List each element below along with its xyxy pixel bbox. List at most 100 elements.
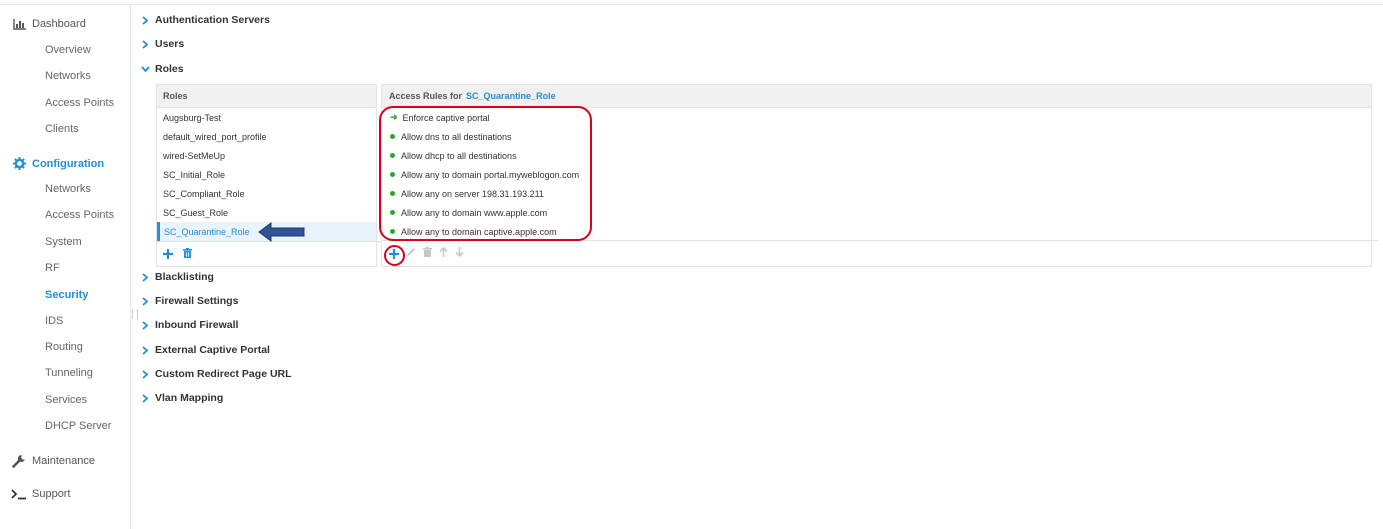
sidebar-group-dashboard[interactable]: Dashboard <box>11 18 86 30</box>
sidebar-item-networks[interactable]: Networks <box>45 183 91 195</box>
section-blacklisting[interactable]: Blacklisting <box>141 271 214 283</box>
edit-rule-button[interactable] <box>406 247 416 260</box>
terminal-icon <box>11 488 27 500</box>
annotation-arrow-left-icon <box>258 222 305 242</box>
chevron-right-icon <box>141 296 155 306</box>
role-item[interactable]: SC_Guest_Role <box>157 203 376 222</box>
status-dot-icon <box>390 134 395 139</box>
section-label: Roles <box>155 63 184 75</box>
section-label: Authentication Servers <box>155 14 270 26</box>
sidebar-item-routing[interactable]: Routing <box>45 341 83 353</box>
roles-toolbar <box>157 241 382 266</box>
section-label: Blacklisting <box>155 271 214 283</box>
chevron-right-icon <box>141 272 155 282</box>
sidebar-item-system[interactable]: System <box>45 236 82 248</box>
rule-label: Allow any on server 198.31.193.211 <box>401 188 544 199</box>
rule-label: Allow any to domain www.apple.com <box>401 207 548 218</box>
section-firewall-settings[interactable]: Firewall Settings <box>141 295 238 307</box>
section-label: External Captive Portal <box>155 344 270 356</box>
status-dot-icon <box>390 191 395 196</box>
sidebar-item-ids[interactable]: IDS <box>45 315 63 327</box>
status-dot-icon <box>390 153 395 158</box>
sidebar-item-rf[interactable]: RF <box>45 262 60 274</box>
top-border <box>0 4 1383 5</box>
wrench-icon <box>11 454 27 468</box>
gear-icon <box>11 157 27 170</box>
section-label: Vlan Mapping <box>155 392 224 404</box>
rule-label: Allow any to domain portal.myweblogon.co… <box>401 169 580 180</box>
role-item[interactable]: Augsburg-Test <box>157 108 376 127</box>
pencil-icon <box>407 248 415 256</box>
section-custom-redirect-page-url[interactable]: Custom Redirect Page URL <box>141 368 292 380</box>
plus-icon <box>389 248 399 259</box>
access-rules-role-name: SC_Quarantine_Role <box>466 91 556 101</box>
section-label: Custom Redirect Page URL <box>155 368 292 380</box>
rule-item[interactable]: Allow any to domain captive.apple.com <box>382 222 1371 241</box>
sidebar-group-configuration[interactable]: Configuration <box>11 157 104 170</box>
trash-icon <box>423 247 432 257</box>
move-up-button[interactable] <box>439 246 448 260</box>
sidebar-item-overview[interactable]: Overview <box>45 44 91 56</box>
sidebar-item-tunneling[interactable]: Tunneling <box>45 367 93 379</box>
section-label: Firewall Settings <box>155 295 239 307</box>
section-roles[interactable]: Roles <box>141 63 184 75</box>
rule-label: Enforce captive portal <box>402 112 490 123</box>
rule-item[interactable]: Allow dhcp to all destinations <box>382 146 1371 165</box>
sidebar-item-services[interactable]: Services <box>45 394 87 406</box>
section-external-captive-portal[interactable]: External Captive Portal <box>141 344 270 356</box>
chevron-right-icon <box>141 320 155 330</box>
add-role-button[interactable] <box>163 247 173 261</box>
rule-item[interactable]: Allow dns to all destinations <box>382 127 1371 146</box>
panel-resize-handle[interactable] <box>132 309 138 319</box>
chevron-right-icon <box>141 393 155 403</box>
support-label: Support <box>32 488 71 500</box>
sidebar <box>0 5 131 529</box>
chevron-right-icon <box>141 369 155 379</box>
status-dot-icon <box>390 229 395 234</box>
delete-rule-button[interactable] <box>423 247 432 260</box>
role-item[interactable]: SC_Compliant_Role <box>157 184 376 203</box>
move-down-button[interactable] <box>455 247 464 260</box>
section-inbound-firewall[interactable]: Inbound Firewall <box>141 319 238 331</box>
rule-item[interactable]: Allow any to domain portal.myweblogon.co… <box>382 165 1371 184</box>
arrow-up-icon <box>439 246 448 257</box>
sidebar-item-dashboard-access-points[interactable]: Access Points <box>45 97 114 109</box>
sidebar-group-maintenance[interactable]: Maintenance <box>11 454 95 468</box>
maintenance-label: Maintenance <box>32 455 95 467</box>
chevron-down-icon <box>141 65 155 73</box>
sidebar-item-security[interactable]: Security <box>45 289 88 301</box>
rule-item[interactable]: Allow any on server 198.31.193.211 <box>382 184 1371 203</box>
add-rule-button[interactable] <box>389 247 399 261</box>
role-item[interactable]: default_wired_port_profile <box>157 127 376 146</box>
sidebar-item-clients[interactable]: Clients <box>45 123 79 135</box>
section-users[interactable]: Users <box>141 38 184 50</box>
roles-header: Roles <box>157 85 376 108</box>
rule-label: Allow any to domain captive.apple.com <box>401 226 557 237</box>
role-item[interactable]: SC_Initial_Role <box>157 165 376 184</box>
role-item[interactable]: wired-SetMeUp <box>157 146 376 165</box>
configuration-label: Configuration <box>32 157 105 170</box>
bar-chart-icon <box>11 18 27 30</box>
plus-icon <box>163 249 173 259</box>
sidebar-group-support[interactable]: Support <box>11 488 71 500</box>
chevron-right-icon <box>141 345 155 355</box>
chevron-right-icon <box>141 15 155 25</box>
section-vlan-mapping[interactable]: Vlan Mapping <box>141 392 223 404</box>
delete-role-button[interactable] <box>183 245 192 263</box>
access-rules-toolbar <box>382 240 1378 266</box>
status-dot-icon <box>390 210 395 215</box>
section-authentication-servers[interactable]: Authentication Servers <box>141 14 270 26</box>
chevron-right-icon <box>141 39 155 49</box>
access-rules-panel: Access Rules for SC_Quarantine_Role ➜ En… <box>381 84 1378 267</box>
rule-item[interactable]: ➜ Enforce captive portal <box>382 108 1371 127</box>
section-label: Users <box>155 38 185 50</box>
sidebar-item-dhcp-server[interactable]: DHCP Server <box>45 420 111 432</box>
access-rules-header: Access Rules for SC_Quarantine_Role <box>382 85 1371 108</box>
sidebar-item-access-points[interactable]: Access Points <box>45 209 114 221</box>
arrow-right-icon: ➜ <box>390 112 398 122</box>
section-label: Inbound Firewall <box>155 319 239 331</box>
dashboard-label: Dashboard <box>32 18 86 30</box>
rule-item[interactable]: Allow any to domain www.apple.com <box>382 203 1371 222</box>
sidebar-item-dashboard-networks[interactable]: Networks <box>45 70 91 82</box>
status-dot-icon <box>390 172 395 177</box>
